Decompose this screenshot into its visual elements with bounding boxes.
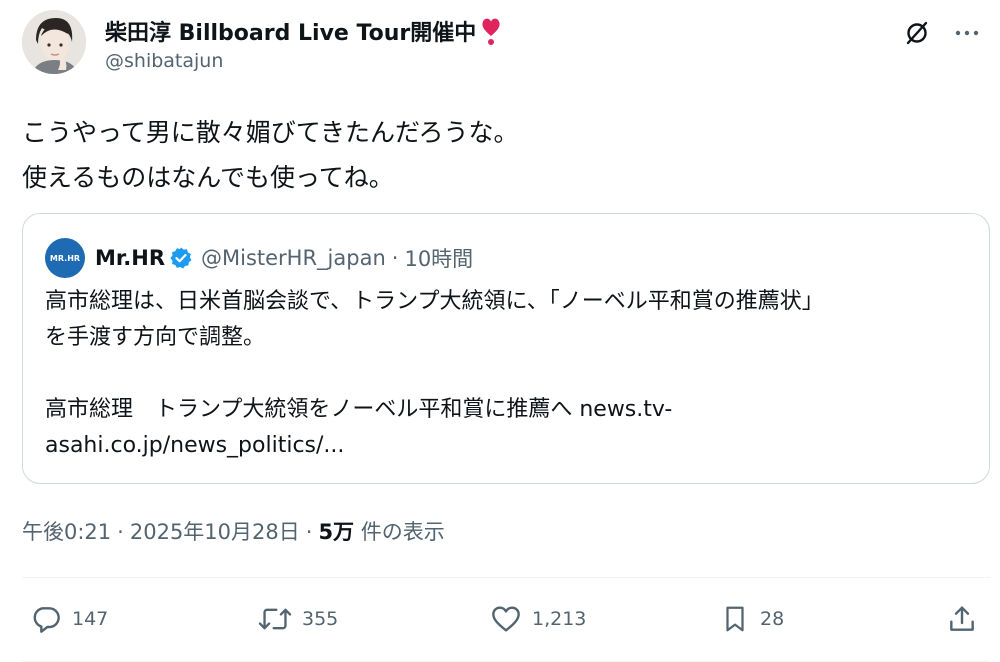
- like-count: 1,213: [532, 608, 587, 630]
- like-button[interactable]: 1,213: [490, 597, 586, 641]
- views-label: 件の表示: [354, 520, 445, 544]
- quote-avatar-text: MR.HR: [49, 253, 81, 263]
- reply-count: 147: [72, 608, 109, 630]
- meta-separator: ·: [117, 520, 124, 544]
- quote-avatar[interactable]: MR.HR: [45, 238, 85, 278]
- avatar-image: [22, 10, 86, 74]
- heart-icon: [492, 606, 520, 632]
- heart-exclamation-icon: [480, 16, 502, 46]
- tweet-meta: 午後0:21 · 2025年10月28日 · 5万 件の表示: [22, 516, 445, 546]
- meta-separator: ·: [305, 520, 313, 544]
- bookmark-count: 28: [760, 608, 785, 630]
- tweet-text-line: 使えるものはなんでも使ってね。: [22, 163, 394, 192]
- quote-text-blank-line: [45, 356, 975, 392]
- tweet-time[interactable]: 午後0:21: [22, 520, 111, 544]
- tweet-text-line: こうやって男に散々媚びてきたんだろうな。: [22, 118, 519, 147]
- tweet-header: 柴田淳 Billboard Live Tour開催中 @shibatajun: [105, 14, 805, 72]
- retweet-button[interactable]: 355: [258, 597, 338, 641]
- quoted-tweet[interactable]: MR.HR Mr.HR @MisterHR_japan · 10時間 高市総理は…: [22, 213, 990, 484]
- tweet-date[interactable]: 2025年10月28日: [130, 520, 300, 544]
- share-icon: [950, 606, 974, 631]
- author-handle[interactable]: @shibatajun: [105, 50, 805, 72]
- quote-header: MR.HR Mr.HR @MisterHR_japan · 10時間: [45, 238, 473, 278]
- tweet-action-bar: 147 355 1,213 28: [22, 597, 990, 641]
- bookmark-icon: [726, 606, 744, 632]
- tweet-text: こうやって男に散々媚びてきたんだろうな。 使えるものはなんでも使ってね。: [22, 110, 972, 200]
- quote-display-name[interactable]: Mr.HR: [95, 246, 165, 270]
- reply-button[interactable]: 147: [30, 597, 108, 641]
- grok-icon[interactable]: [902, 18, 932, 48]
- more-options-icon[interactable]: [952, 18, 982, 48]
- divider: [22, 577, 990, 578]
- quote-text-line-with-link[interactable]: 高市総理 トランプ大統領をノーベル平和賞に推薦へ news.tv-: [45, 392, 975, 428]
- quote-text: 高市総理は、日米首脳会談で、トランプ大統領に、「ノーベル平和賞の推薦状」 を手渡…: [45, 284, 975, 464]
- tweet-top-actions: [902, 18, 982, 48]
- quote-timestamp[interactable]: 10時間: [404, 243, 473, 273]
- quote-handle[interactable]: @MisterHR_japan: [201, 246, 386, 270]
- quote-separator: ·: [391, 246, 399, 270]
- retweet-icon: [258, 608, 292, 630]
- share-button[interactable]: [946, 597, 978, 641]
- quote-text-line: を手渡す方向で調整。: [45, 325, 266, 350]
- verified-badge-icon: [169, 246, 193, 270]
- views-count: 5万: [318, 520, 355, 544]
- bookmark-button[interactable]: 28: [720, 597, 784, 641]
- author-display-name[interactable]: 柴田淳 Billboard Live Tour開催中: [105, 15, 476, 47]
- quote-link[interactable]: asahi.co.jp/news_politics/...: [45, 428, 975, 464]
- author-avatar[interactable]: [22, 10, 86, 74]
- retweet-count: 355: [302, 608, 339, 630]
- reply-icon: [33, 607, 60, 633]
- quote-text-line: 高市総理は、日米首脳会談で、トランプ大統領に、「ノーベル平和賞の推薦状」: [45, 289, 824, 314]
